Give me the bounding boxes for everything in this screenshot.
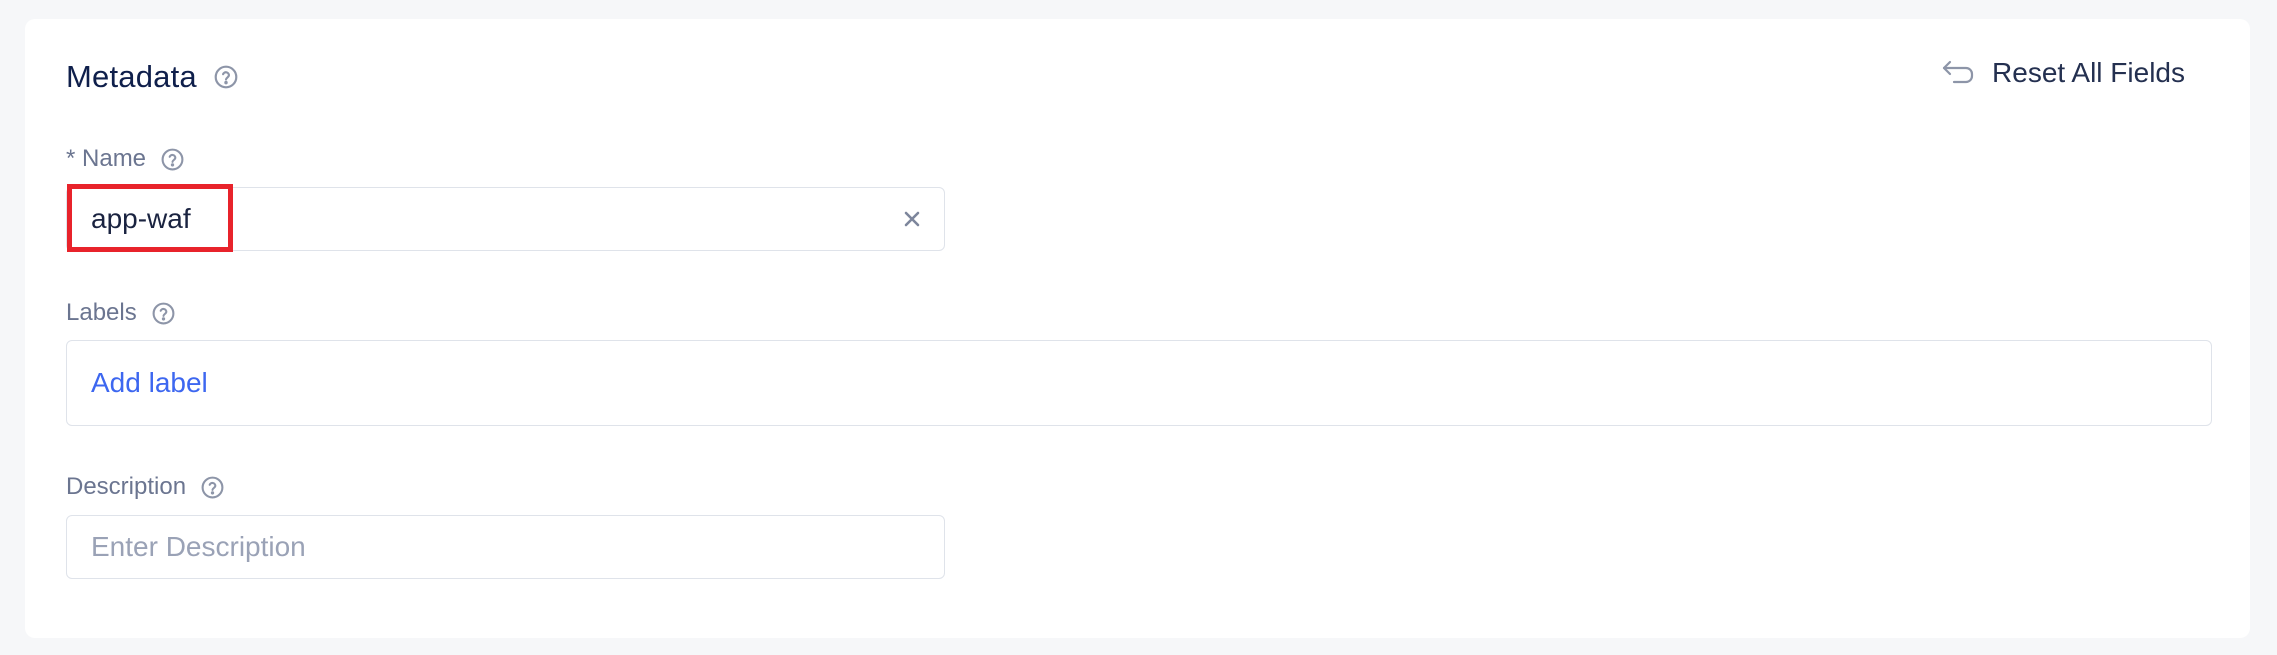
- labels-field-label: Labels: [66, 299, 176, 327]
- name-label-text: * Name: [66, 145, 147, 172]
- return-arrow-icon: [1940, 57, 1976, 89]
- metadata-card: Metadata Reset All Fields * Name app-waf…: [25, 19, 2250, 638]
- description-placeholder[interactable]: Enter Description: [91, 516, 306, 578]
- metadata-help-icon[interactable]: [213, 64, 239, 90]
- clear-name-button[interactable]: [898, 205, 926, 233]
- name-input[interactable]: app-waf: [66, 187, 945, 251]
- section-header: Metadata: [66, 59, 239, 95]
- description-label-text: Description: [66, 473, 187, 500]
- name-field-label: * Name: [66, 145, 185, 173]
- description-help-icon[interactable]: [200, 475, 225, 500]
- description-field-label: Description: [66, 473, 225, 501]
- name-input-value[interactable]: app-waf: [91, 188, 191, 250]
- reset-all-fields-button[interactable]: Reset All Fields: [1940, 57, 2185, 89]
- reset-all-fields-label: Reset All Fields: [1992, 57, 2185, 88]
- name-help-icon[interactable]: [160, 147, 185, 172]
- description-input[interactable]: Enter Description: [66, 515, 945, 579]
- labels-help-icon[interactable]: [151, 301, 176, 326]
- labels-container[interactable]: Add label: [66, 340, 2212, 426]
- close-icon: [904, 211, 920, 227]
- section-title: Metadata: [66, 59, 197, 94]
- add-label-link[interactable]: Add label: [91, 341, 208, 425]
- labels-label-text: Labels: [66, 299, 137, 326]
